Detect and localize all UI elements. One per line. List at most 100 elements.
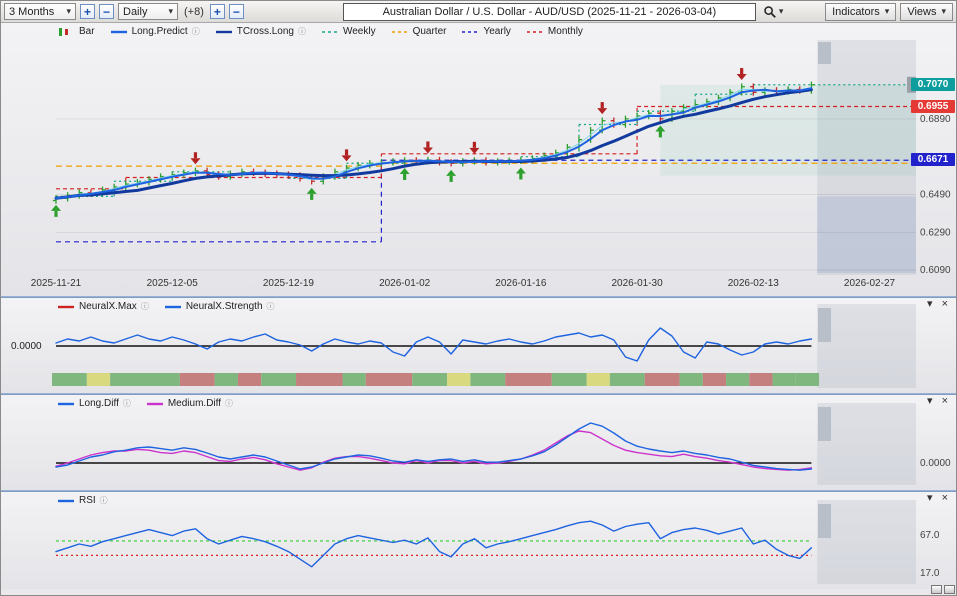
svg-text:0.6090: 0.6090: [920, 265, 951, 276]
legend-item[interactable]: Bar: [57, 26, 95, 37]
timeframe-value: 3 Months: [9, 5, 55, 18]
legend-label: Long.Predict: [131, 26, 188, 37]
trading-app-window: 3 Months ▾ + − Daily ▾ (+8) + − Australi…: [0, 0, 957, 596]
rsi-legend: RSI ⓘ: [57, 495, 108, 506]
legend-label: RSI: [79, 495, 96, 506]
svg-text:0.6290: 0.6290: [920, 227, 951, 238]
period-value: Daily: [123, 5, 148, 18]
search-icon[interactable]: [763, 5, 777, 19]
info-icon: ⓘ: [225, 399, 234, 408]
legend-swatch-icon: [526, 30, 543, 33]
chevron-down-icon: ▾: [941, 6, 946, 16]
period-select[interactable]: Daily ▾: [118, 3, 178, 20]
main-chart-svg[interactable]: 2025-11-21 2025-12-05 2025-12-19 2026-01-02…: [1, 23, 957, 296]
svg-text:2026-01-30: 2026-01-30: [612, 278, 664, 289]
neural-color-strip: [52, 373, 820, 386]
views-button[interactable]: Views ▾: [900, 2, 953, 21]
info-icon: ⓘ: [140, 302, 149, 311]
legend-item[interactable]: NeuralX.Strength ⓘ: [164, 301, 275, 312]
rsi-svg[interactable]: 67.0 17.0: [1, 492, 957, 589]
svg-text:2026-01-16: 2026-01-16: [495, 278, 547, 289]
svg-text:0.6890: 0.6890: [920, 114, 951, 125]
indicators-button[interactable]: Indicators ▾: [825, 2, 897, 21]
legend-swatch-icon: [59, 27, 68, 36]
info-icon: ⓘ: [99, 496, 108, 505]
panel-collapse-button[interactable]: ▾: [927, 299, 933, 310]
rsi-panel: RSI ⓘ ▾ × 67.0 17.0: [1, 492, 956, 589]
neural-svg[interactable]: 0.0000: [1, 298, 957, 393]
legend-swatch-icon: [164, 305, 181, 308]
panel-close-button[interactable]: ×: [942, 396, 948, 407]
legend-item[interactable]: Medium.Diff ⓘ: [146, 398, 233, 409]
diff-panel: Long.Diff ⓘ Medium.Diff ⓘ ▾ × 0.0000: [1, 395, 956, 490]
svg-text:2026-02-13: 2026-02-13: [728, 278, 780, 289]
info-icon: ⓘ: [297, 27, 306, 36]
search-dropdown-icon[interactable]: ▾: [779, 6, 784, 17]
remove-series-button[interactable]: −: [228, 4, 244, 19]
price-axis-handle[interactable]: [907, 76, 916, 93]
panel-collapse-button[interactable]: ▾: [927, 493, 933, 504]
svg-text:2025-11-21: 2025-11-21: [31, 278, 82, 289]
legend-item[interactable]: Quarter: [391, 26, 446, 37]
legend-item[interactable]: Weekly: [321, 26, 376, 37]
legend-item[interactable]: RSI ⓘ: [57, 495, 108, 506]
forecast-region: [817, 500, 916, 584]
diff-svg[interactable]: 0.0000: [1, 395, 957, 490]
panel-splitter[interactable]: [1, 490, 956, 492]
panel-collapse-button[interactable]: ▾: [927, 396, 933, 407]
panel-close-button[interactable]: ×: [942, 299, 948, 310]
legend-label: Medium.Diff: [167, 398, 222, 409]
svg-text:0.6490: 0.6490: [920, 189, 951, 200]
legend-item[interactable]: Yearly: [461, 26, 511, 37]
legend-item[interactable]: Long.Diff ⓘ: [57, 398, 131, 409]
panel-scrollbar-thumb[interactable]: [818, 407, 831, 441]
zero-axis-label: 0.0000: [920, 458, 951, 469]
legend-swatch-icon: [391, 30, 408, 33]
panel-scrollbar-thumb[interactable]: [818, 504, 831, 538]
corner-layout-buttons: [931, 585, 955, 594]
legend-label: Long.Diff: [79, 398, 119, 409]
panel-scrollbar-thumb[interactable]: [818, 42, 831, 64]
chevron-down-icon: ▾: [168, 6, 173, 16]
panel-splitter[interactable]: [1, 393, 956, 395]
svg-text:2025-12-19: 2025-12-19: [263, 278, 315, 289]
chevron-down-icon: ▾: [884, 6, 890, 16]
zero-axis-label: 0.0000: [11, 341, 42, 352]
svg-text:2025-12-05: 2025-12-05: [147, 278, 199, 289]
symbol-title-box[interactable]: Australian Dollar / U.S. Dollar - AUD/US…: [342, 2, 756, 21]
symbol-search[interactable]: ▾: [763, 5, 784, 19]
legend-item[interactable]: Monthly: [526, 26, 583, 37]
range-zoom-in-button[interactable]: +: [80, 4, 95, 19]
timeframe-select[interactable]: 3 Months ▾: [4, 3, 76, 20]
layout-button[interactable]: [931, 585, 942, 594]
legend-swatch-icon: [462, 30, 479, 33]
legend-label: Bar: [79, 26, 95, 37]
legend-label: Weekly: [342, 26, 376, 37]
panel-splitter[interactable]: [1, 296, 956, 298]
legend-swatch-icon: [215, 30, 232, 33]
legend-item[interactable]: Long.Predict ⓘ: [110, 26, 200, 37]
legend-item[interactable]: TCross.Long ⓘ: [215, 26, 306, 37]
neural-legend: NeuralX.Max ⓘ NeuralX.Strength ⓘ: [57, 301, 275, 312]
diff-legend: Long.Diff ⓘ Medium.Diff ⓘ: [57, 398, 233, 409]
legend-label: TCross.Long: [236, 26, 294, 37]
forecast-region: [660, 40, 916, 275]
main-legend: Bar Long.Predict ⓘ TCross.Long ⓘ Weekly Quarte…: [57, 26, 583, 37]
layout-button[interactable]: [944, 585, 955, 594]
legend-item[interactable]: NeuralX.Max ⓘ: [57, 301, 149, 312]
legend-label: Monthly: [547, 26, 583, 37]
legend-swatch-icon: [58, 499, 74, 502]
info-icon: ⓘ: [266, 302, 275, 311]
range-zoom-out-button[interactable]: −: [99, 4, 114, 19]
add-series-button[interactable]: +: [209, 4, 225, 19]
rsi-axis-label: 17.0: [920, 568, 940, 579]
legend-label: Yearly: [483, 26, 511, 37]
legend-label: NeuralX.Max: [79, 301, 137, 312]
symbol-title: Australian Dollar / U.S. Dollar - AUD/US…: [382, 5, 717, 18]
legend-swatch-icon: [110, 30, 127, 33]
panel-scrollbar-thumb[interactable]: [818, 308, 831, 342]
legend-swatch-icon: [146, 402, 163, 405]
panel-close-button[interactable]: ×: [942, 493, 948, 504]
neural-panel: NeuralX.Max ⓘ NeuralX.Strength ⓘ ▾ × 0.0000: [1, 298, 956, 393]
info-icon: ⓘ: [191, 27, 200, 36]
